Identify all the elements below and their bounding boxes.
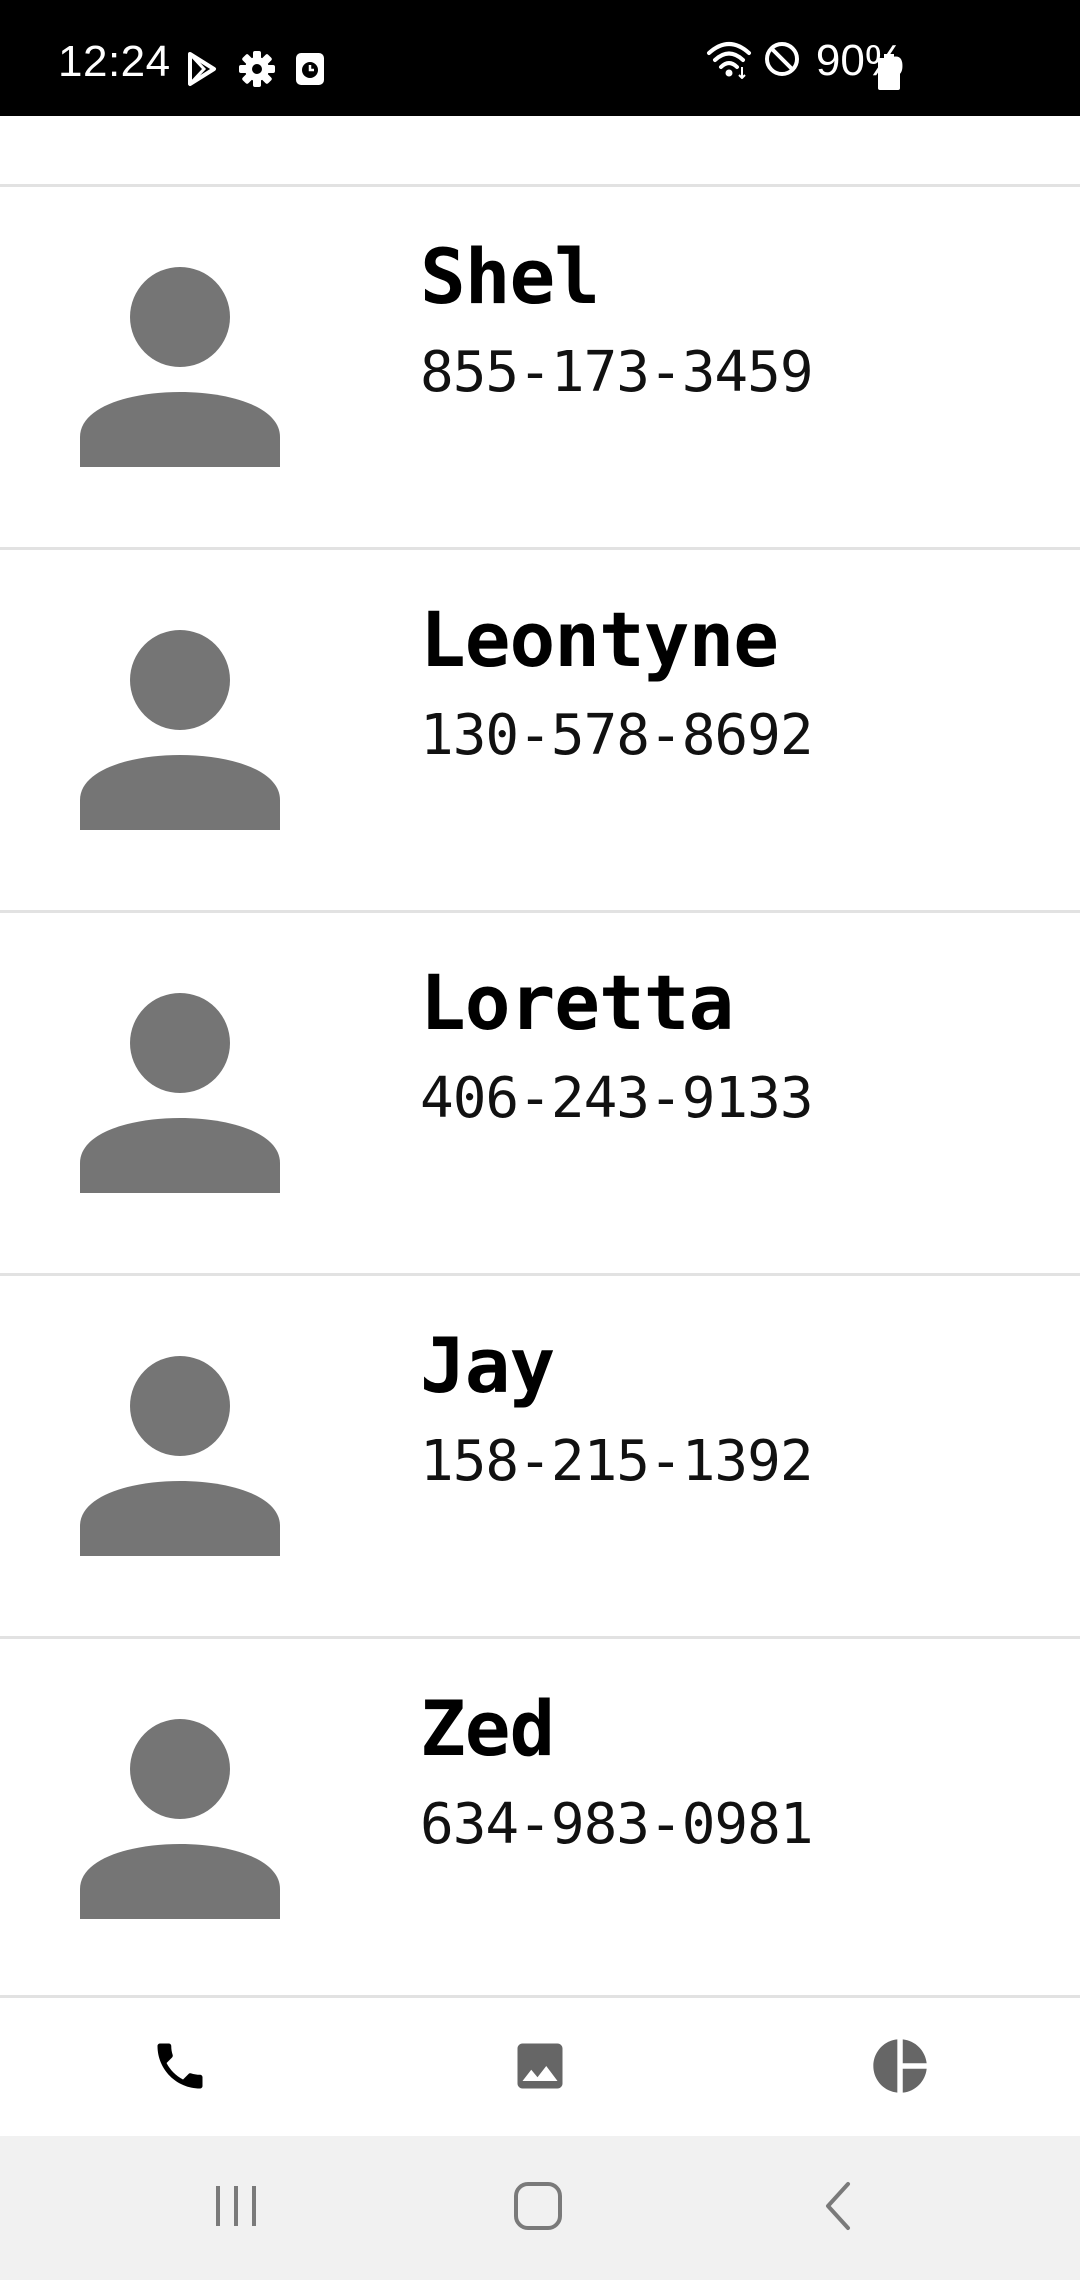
settings-gear-icon: [238, 50, 276, 93]
battery-icon: [876, 54, 902, 90]
status-time: 12:24: [58, 37, 171, 86]
person-avatar-icon: [80, 267, 280, 467]
person-avatar-icon: [80, 1719, 280, 1919]
contact-phone: 158-215-1392: [420, 1429, 814, 1494]
person-avatar-icon: [80, 1356, 280, 1556]
contact-name: Loretta: [420, 958, 734, 1047]
home-icon: [512, 2180, 564, 2236]
contact-name: Zed: [420, 1684, 555, 1773]
contact-phone: 634-983-0981: [420, 1792, 814, 1857]
back-icon: [814, 2180, 866, 2236]
bottom-tab-bar: [0, 1995, 1080, 2138]
contact-phone: 130-578-8692: [420, 703, 814, 768]
phone-icon: [150, 2036, 210, 2100]
person-avatar-icon: [80, 993, 280, 1193]
tab-calls[interactable]: [0, 1998, 360, 2138]
play-store-icon: [184, 51, 220, 92]
contact-row[interactable]: Shel 855-173-3459: [0, 187, 1080, 550]
tab-gallery[interactable]: [360, 1998, 720, 2138]
contact-name: Shel: [420, 232, 600, 321]
status-bar: 12:24 90%: [0, 0, 1080, 116]
back-button[interactable]: [740, 2136, 940, 2280]
recents-button[interactable]: [136, 2136, 336, 2280]
wifi-icon: [706, 39, 752, 84]
contact-row[interactable]: Loretta 406-243-9133: [0, 913, 1080, 1276]
contact-name: Jay: [420, 1321, 555, 1410]
contact-row[interactable]: Zed 634-983-0981: [0, 1639, 1080, 2002]
do-not-disturb-icon: [762, 39, 802, 84]
image-icon: [510, 2036, 570, 2100]
contact-list[interactable]: Shel 855-173-3459 Leontyne 130-578-8692 …: [0, 116, 1080, 2002]
clock-app-icon: [294, 51, 326, 92]
screen: 12:24 90% Shel 855-173-3459 Leontyne 130…: [0, 0, 1080, 2280]
list-top-spacer: [0, 116, 1080, 187]
contact-phone: 855-173-3459: [420, 340, 814, 405]
status-notification-icons: [184, 50, 326, 92]
home-button[interactable]: [438, 2136, 638, 2280]
tab-stats[interactable]: [720, 1998, 1080, 2138]
status-system-icons: 90%: [706, 38, 904, 84]
pie-chart-icon: [868, 2034, 932, 2102]
system-nav-bar: [0, 2136, 1080, 2280]
person-avatar-icon: [80, 630, 280, 830]
contact-row[interactable]: Jay 158-215-1392: [0, 1276, 1080, 1639]
contact-row[interactable]: Leontyne 130-578-8692: [0, 550, 1080, 913]
contact-phone: 406-243-9133: [420, 1066, 814, 1131]
contact-name: Leontyne: [420, 595, 779, 684]
recents-icon: [210, 2180, 262, 2236]
